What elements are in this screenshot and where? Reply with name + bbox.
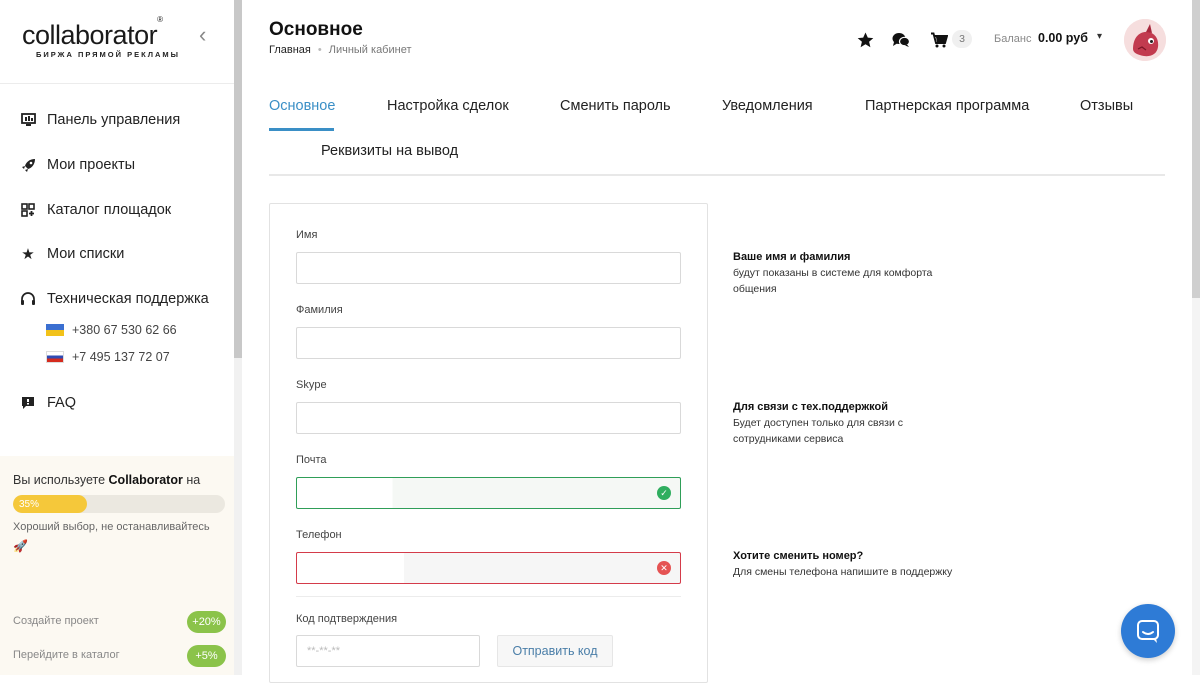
headset-icon	[20, 291, 36, 307]
check-valid-icon: ✓	[657, 486, 671, 500]
page-title: Основное	[269, 19, 363, 40]
sidebar-scrollbar-thumb[interactable]	[234, 0, 242, 358]
collapse-sidebar-icon[interactable]: ‹	[199, 22, 206, 48]
promo-brand: Collaborator	[108, 473, 183, 487]
chat-bubble-icon	[1137, 620, 1159, 643]
chat-faq-icon	[20, 395, 36, 411]
form-divider	[296, 596, 681, 597]
avatar[interactable]	[1124, 19, 1166, 61]
last-name-label: Фамилия	[296, 304, 343, 316]
hint-title: Хотите сменить номер?	[733, 550, 864, 562]
promo-task-create-project[interactable]: Создайте проект	[13, 615, 99, 627]
breadcrumb: Главная • Личный кабинет	[269, 44, 412, 56]
first-name-input[interactable]	[296, 252, 681, 284]
active-tab-indicator	[269, 128, 334, 131]
star-icon: ★	[21, 246, 35, 263]
ukraine-flag-icon	[46, 324, 64, 336]
error-invalid-icon: ✕	[657, 561, 671, 575]
sidebar-item-dashboard[interactable]: Панель управления	[20, 108, 180, 132]
catalog-icon	[20, 202, 36, 218]
phone-number: +380 67 530 62 66	[72, 323, 177, 337]
avatar-image-icon	[1124, 19, 1166, 61]
russia-flag-icon	[46, 351, 64, 363]
hint-text: Для смены телефона напишите в поддержку	[733, 566, 953, 578]
logo-registered: ®	[157, 15, 163, 24]
tab-payout-details[interactable]: Реквизиты на вывод	[321, 143, 458, 159]
promo-task-open-catalog[interactable]: Перейдите в каталог	[13, 649, 120, 661]
usage-progress-fill: 35%	[13, 495, 88, 513]
email-input[interactable]	[296, 477, 681, 509]
sidebar-item-catalog[interactable]: Каталог площадок	[20, 198, 171, 222]
page-scrollbar-thumb[interactable]	[1192, 0, 1200, 298]
balance-dropdown-icon[interactable]: ▾	[1097, 31, 1102, 42]
hint-title: Для связи с тех.поддержкой	[733, 401, 888, 413]
breadcrumb-home-link[interactable]: Главная	[269, 44, 311, 56]
phone-label: Телефон	[296, 529, 342, 541]
hint-title: Ваше имя и фамилия	[733, 251, 851, 263]
promo-task-badge: +5%	[187, 645, 226, 667]
sidebar-item-faq[interactable]: FAQ	[20, 391, 76, 415]
rocket-icon	[20, 157, 36, 173]
promo-task-badge: +20%	[187, 611, 226, 633]
tab-general[interactable]: Основное	[269, 98, 335, 114]
sidebar-item-label: Панель управления	[47, 112, 181, 128]
tabs-divider	[269, 174, 1165, 176]
logo-area: collaborator® БИРЖА ПРЯМОЙ РЕКЛАМЫ ‹	[0, 0, 234, 84]
favorites-star-icon[interactable]	[856, 31, 874, 49]
hint-text: Будет доступен только для связи с сотруд…	[733, 417, 904, 445]
tab-notifications[interactable]: Уведомления	[722, 98, 813, 114]
promo-title: Вы используете Collaborator на	[13, 473, 200, 487]
tab-change-password[interactable]: Сменить пароль	[560, 98, 671, 114]
balance-value[interactable]: 0.00 руб	[1038, 31, 1088, 45]
phone-number: +7 495 137 72 07	[72, 350, 170, 364]
tab-affiliate-program[interactable]: Партнерская программа	[865, 98, 1029, 114]
live-chat-button[interactable]	[1121, 604, 1175, 658]
cart-icon[interactable]	[930, 31, 948, 49]
sidebar-scrollbar[interactable]	[234, 0, 242, 675]
skype-input[interactable]	[296, 402, 681, 434]
promo-note: Хороший выбор, не останавливайтесь	[13, 521, 210, 533]
usage-promo: Вы используете Collaborator на 35% Хорош…	[0, 456, 234, 675]
logo-text: collaborator	[22, 20, 158, 50]
cart-count-badge: 3	[952, 30, 972, 48]
balance-label: Баланс	[994, 33, 1032, 45]
sidebar-item-label: Мои проекты	[47, 157, 136, 173]
sidebar-item-support[interactable]: Техническая поддержка	[20, 287, 209, 311]
tab-deal-settings[interactable]: Настройка сделок	[387, 98, 509, 114]
sidebar-item-label: Техническая поддержка	[47, 291, 209, 307]
first-name-label: Имя	[296, 229, 318, 241]
page-scrollbar[interactable]	[1192, 0, 1200, 675]
usage-progress-bar: 35%	[13, 495, 225, 513]
phone-input[interactable]	[296, 552, 681, 584]
support-phone-ru[interactable]: +7 495 137 72 07	[46, 350, 170, 364]
send-code-button[interactable]: Отправить код	[497, 635, 613, 667]
messages-icon[interactable]	[892, 31, 910, 49]
logo[interactable]: collaborator®	[22, 15, 163, 51]
dashboard-icon	[20, 112, 36, 128]
logo-subtitle: БИРЖА ПРЯМОЙ РЕКЛАМЫ	[36, 50, 180, 59]
hint-text: будут показаны в системе для комфорта об…	[733, 267, 933, 295]
promo-prefix: Вы используете	[13, 473, 109, 487]
sidebar-item-lists[interactable]: ★ Мои списки	[20, 242, 124, 266]
sidebar-item-label: Каталог площадок	[47, 202, 172, 218]
verification-code-input[interactable]	[296, 635, 480, 667]
rocket-emoji-icon: 🚀	[13, 539, 28, 553]
breadcrumb-separator: •	[317, 44, 322, 56]
skype-label: Skype	[296, 379, 327, 391]
support-phone-ua[interactable]: +380 67 530 62 66	[46, 323, 177, 337]
last-name-input[interactable]	[296, 327, 681, 359]
hint-name: Ваше имя и фамилия будут показаны в сист…	[733, 251, 953, 297]
email-label: Почта	[296, 454, 327, 466]
hint-skype: Для связи с тех.поддержкой Будет доступе…	[733, 401, 953, 447]
hint-phone: Хотите сменить номер? Для смены телефона…	[733, 550, 953, 581]
promo-suffix: на	[182, 473, 201, 487]
verification-code-label: Код подтверждения	[296, 613, 398, 625]
sidebar-item-label: FAQ	[47, 395, 77, 411]
tab-reviews[interactable]: Отзывы	[1080, 98, 1133, 114]
sidebar-item-label: Мои списки	[47, 246, 125, 262]
sidebar: collaborator® БИРЖА ПРЯМОЙ РЕКЛАМЫ ‹ Пан…	[0, 0, 234, 675]
breadcrumb-current: Личный кабинет	[328, 44, 412, 56]
sidebar-item-projects[interactable]: Мои проекты	[20, 153, 135, 177]
